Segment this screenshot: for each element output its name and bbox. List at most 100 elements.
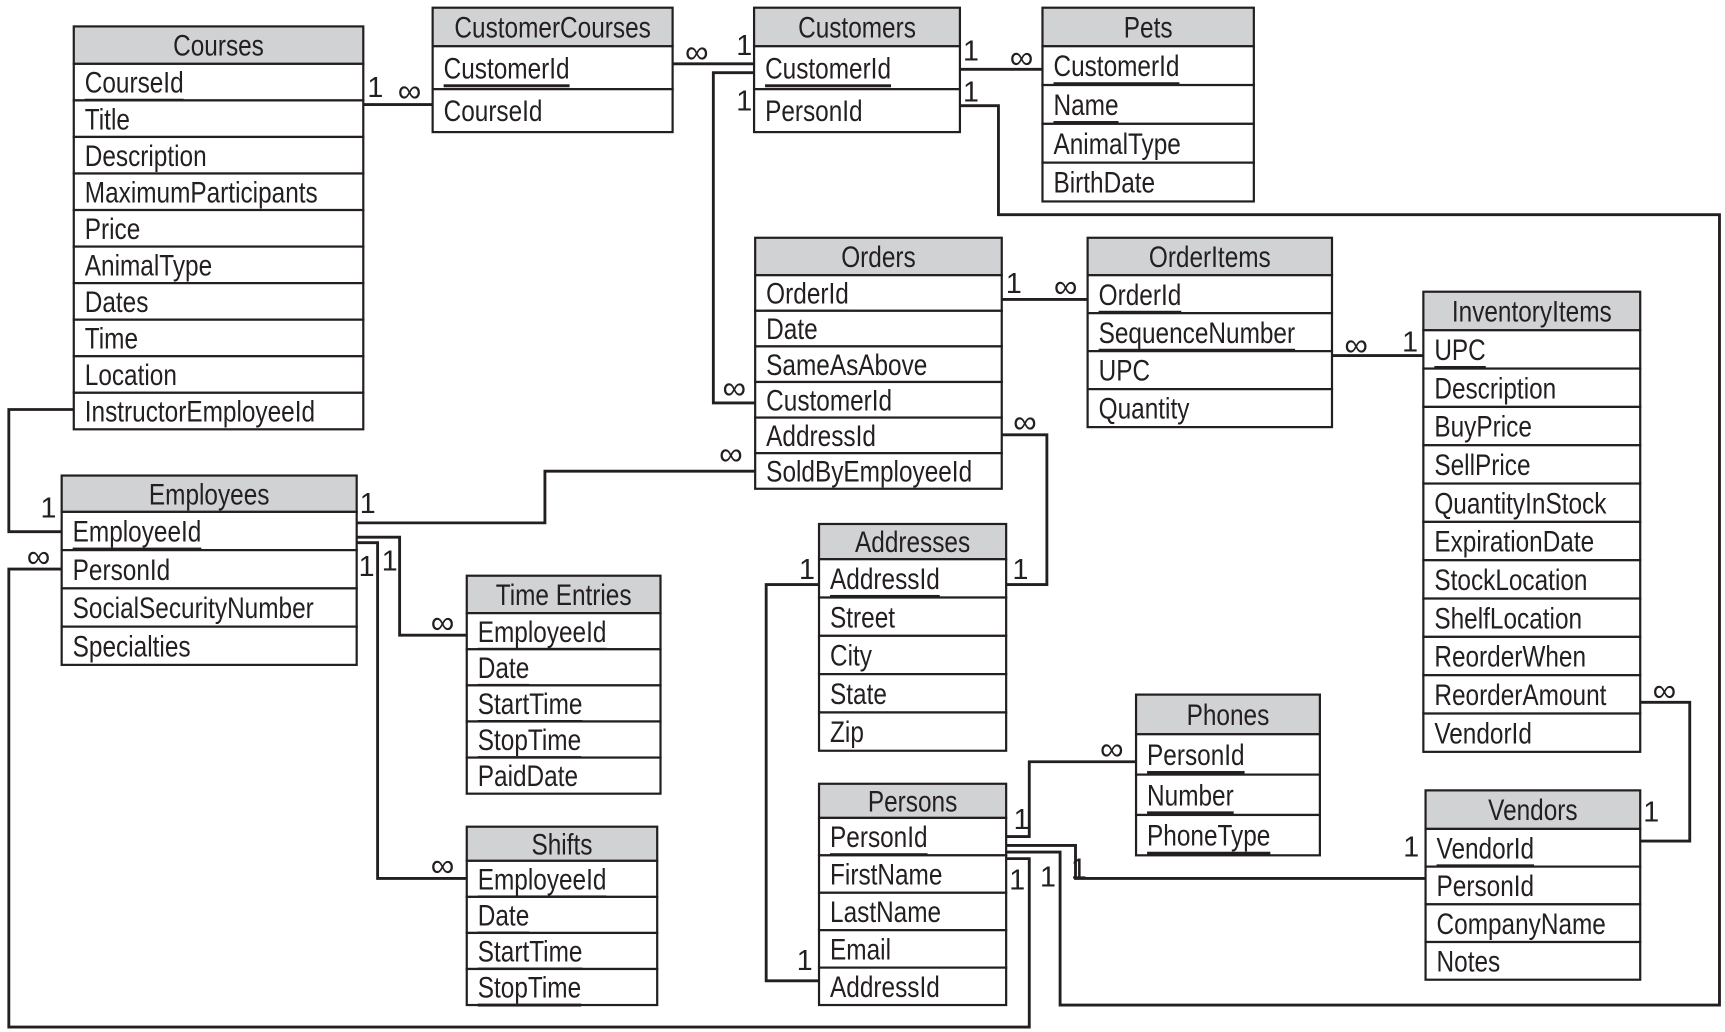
field-row: BuyPrice: [1422, 405, 1642, 447]
field-row: CourseId: [431, 88, 674, 134]
field-name: Email: [830, 933, 891, 966]
cardinality-many: ∞: [27, 537, 51, 574]
field-row: ReorderWhen: [1422, 635, 1642, 677]
field-row: FirstName: [817, 854, 1008, 894]
relationship-line: [764, 583, 820, 983]
field-name: Title: [85, 103, 130, 136]
relationship-customers-customerid-to-pets-customerid: 1 ∞: [959, 36, 1043, 76]
primary-key-field: Number: [1147, 779, 1234, 812]
field-name: MaximumParticipants: [85, 176, 318, 209]
field-name: State: [830, 678, 887, 711]
table-pets: Pets CustomerId Name AnimalType BirthDate: [1041, 6, 1255, 203]
field-name: PersonId: [765, 95, 863, 128]
table-inventoryitems: InventoryItems UPC Description BuyPrice Sell…: [1422, 290, 1642, 753]
field-name: BirthDate: [1053, 167, 1155, 200]
primary-key-field: PersonId: [1147, 739, 1245, 772]
table-title: InventoryItems: [1452, 296, 1612, 329]
field-row: Dates: [72, 282, 365, 321]
primary-key-field: SequenceNumber: [1099, 317, 1296, 350]
field-row: ExpirationDate: [1422, 520, 1642, 562]
cardinality-one: 1: [799, 554, 815, 586]
table-time-entries: Time Entries EmployeeIdDateStartTimeStopT…: [465, 574, 662, 795]
field-row: Date: [465, 895, 659, 935]
field-row: SoldByEmployeeId: [754, 452, 1003, 490]
table-employees: Employees EmployeeId PersonId SocialSecurit…: [60, 474, 358, 666]
field-name: UPC: [1099, 355, 1150, 388]
field-row: LastName: [817, 891, 1008, 932]
field-row: EmployeeId: [465, 859, 659, 898]
table-title: Time Entries: [496, 579, 632, 612]
primary-key-field: OrderId: [766, 278, 849, 311]
field-name: City: [830, 640, 872, 673]
cardinality-one: 1: [797, 945, 813, 977]
primary-key-field: Date: [478, 652, 530, 685]
table-title: Customers: [798, 12, 916, 45]
field-name: Description: [85, 140, 207, 173]
field-row: Description: [1422, 367, 1642, 408]
field-row: CustomerId: [752, 45, 962, 91]
field-row: UPC: [1422, 329, 1642, 370]
cardinality-many: ∞: [431, 847, 455, 884]
cardinality-many: ∞: [398, 72, 422, 109]
field-row: EmployeeId: [465, 612, 662, 651]
field-row: Description: [72, 135, 365, 175]
field-row: VendorId: [1422, 712, 1642, 753]
primary-key-field: StartTime: [478, 936, 583, 969]
cardinality-one: 1: [382, 545, 398, 577]
relationship-orders-addressid-to-addresses-addressid: ∞1: [1001, 403, 1049, 586]
table-title: OrderItems: [1149, 241, 1271, 274]
field-name: SameAsAbove: [766, 349, 927, 382]
cardinality-one: 1: [963, 76, 979, 108]
field-name: ReorderAmount: [1434, 679, 1607, 712]
field-name: PaidDate: [478, 760, 578, 793]
relationship-line: [711, 71, 756, 405]
table-customers: Customers CustomerId PersonId: [752, 6, 962, 134]
cardinality-many: ∞: [685, 33, 709, 70]
field-row: PersonId: [1134, 733, 1321, 776]
table-phones: Phones PersonId Number PhoneType: [1134, 693, 1321, 857]
field-row: CourseId: [72, 62, 365, 102]
field-row: Name: [1041, 83, 1255, 125]
cardinality-many: ∞: [1054, 268, 1078, 305]
cardinality-many: ∞: [431, 603, 455, 640]
table-courses: Courses CourseIdTitle DescriptionMaximumPa…: [72, 25, 365, 431]
field-name: Notes: [1437, 945, 1501, 978]
cardinality-many: ∞: [1010, 39, 1034, 76]
cardinality-one: 1: [736, 30, 752, 62]
cardinality-one: 1: [359, 551, 375, 583]
field-name: BuyPrice: [1434, 411, 1532, 444]
table-addresses: Addresses AddressId Street City State Zip: [817, 522, 1008, 752]
primary-key-field: CustomerId: [444, 52, 570, 85]
primary-key-field: StartTime: [478, 688, 583, 721]
field-row: SequenceNumber: [1086, 312, 1334, 353]
table-title: Phones: [1187, 699, 1270, 732]
field-name: Zip: [830, 716, 864, 749]
cardinality-one: 1: [1013, 554, 1029, 586]
primary-key-field: PersonId: [830, 821, 928, 854]
table-orders: Orders OrderIdDateSameAsAboveCustomerIdAd…: [754, 236, 1003, 490]
primary-key-field: Name: [1053, 89, 1118, 122]
primary-key-field: OrderId: [1099, 279, 1182, 312]
field-name: PersonId: [73, 554, 171, 587]
field-row: Notes: [1424, 940, 1642, 981]
field-row: StartTime: [465, 931, 659, 971]
field-row: OrderId: [1086, 274, 1334, 315]
primary-key-field: CourseId: [85, 67, 184, 100]
relationship-orders-soldbyemployeeid-to-employees-employeeid: ∞1: [356, 435, 756, 525]
field-row: InstructorEmployeeId: [72, 391, 365, 431]
field-name: Quantity: [1099, 393, 1190, 426]
field-name: VendorId: [1434, 717, 1532, 750]
field-row: StopTime: [465, 967, 659, 1007]
cardinality-one: 1: [1014, 804, 1030, 836]
field-row: CompanyName: [1424, 903, 1642, 944]
table-persons: PersonsPersonId FirstName LastName Email Add…: [817, 782, 1008, 1007]
relationship-orders-orderid-to-orderitems-orderid: 1 ∞: [1001, 268, 1088, 305]
cardinality-many: ∞: [722, 369, 746, 406]
primary-key-field: Date: [478, 900, 530, 933]
field-row: PersonId: [60, 549, 358, 590]
table-title: Vendors: [1488, 794, 1577, 827]
field-name: ReorderWhen: [1434, 641, 1586, 674]
field-name: AnimalType: [85, 249, 212, 282]
field-row: SameAsAbove: [754, 345, 1003, 384]
primary-key-field: EmployeeId: [73, 516, 202, 549]
